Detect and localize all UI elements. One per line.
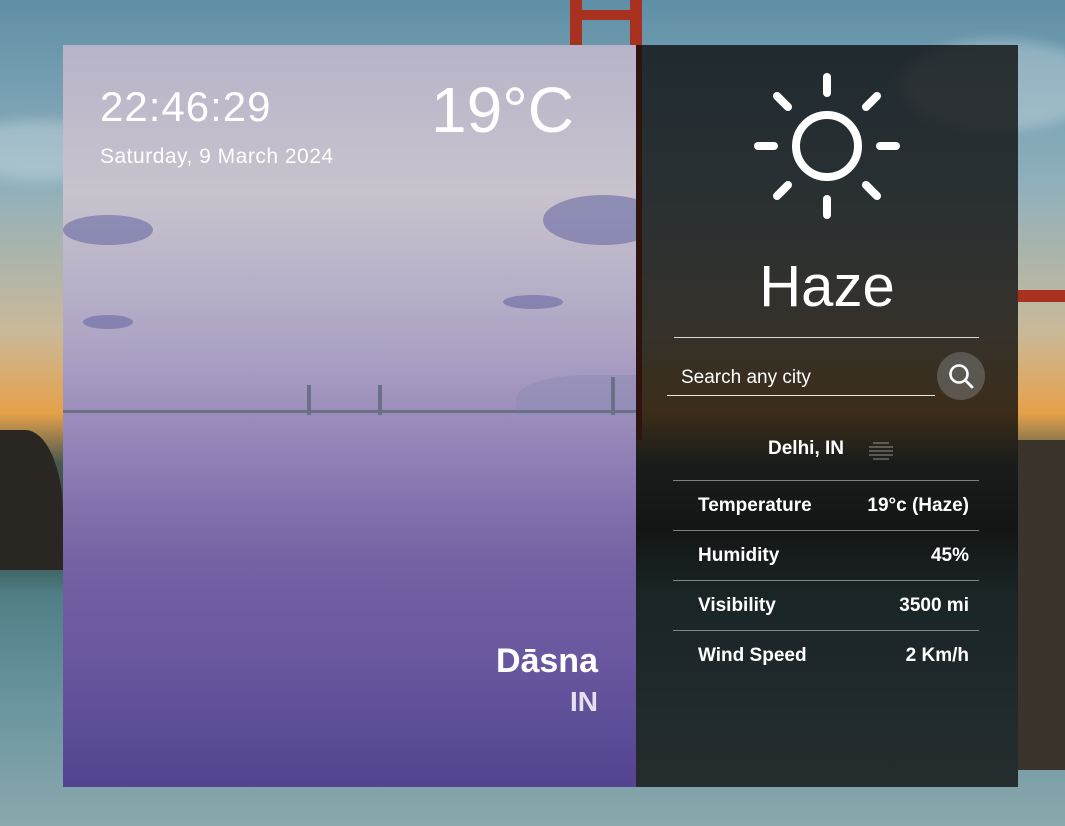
- detail-row-visibility: Visibility 3500 mi: [673, 580, 979, 630]
- weather-condition: Haze: [759, 254, 895, 319]
- clock-date: Saturday, 9 March 2024: [100, 145, 334, 168]
- detail-label: Humidity: [698, 544, 780, 566]
- detail-label: Wind Speed: [698, 644, 807, 666]
- detail-label: Visibility: [698, 594, 776, 616]
- bridge-silhouette: [63, 410, 636, 413]
- sun-icon: [754, 73, 900, 219]
- search-input[interactable]: [667, 360, 935, 396]
- left-panel: 22:46:29 Saturday, 9 March 2024 19°C Dās…: [63, 45, 636, 787]
- detail-value: 2 Km/h: [905, 644, 969, 666]
- detail-value: 19°c (Haze): [867, 494, 969, 516]
- distant-hill: [516, 375, 636, 415]
- weather-panel: Haze Delhi, IN Temperature 19°c (Haze) H…: [636, 45, 1018, 787]
- haze-icon: [869, 442, 893, 460]
- detail-value: 3500 mi: [899, 594, 969, 616]
- search-icon: [949, 364, 974, 389]
- current-temperature: 19°C: [431, 74, 574, 146]
- current-city: Dāsna: [495, 642, 598, 680]
- detail-row-wind-speed: Wind Speed 2 Km/h: [673, 630, 979, 680]
- location-label: Delhi, IN: [768, 438, 845, 459]
- detail-row-humidity: Humidity 45%: [673, 530, 979, 580]
- current-country: IN: [570, 686, 598, 717]
- detail-label: Temperature: [698, 494, 812, 516]
- clock-time: 22:46:29: [100, 83, 272, 130]
- weather-details-table: Temperature 19°c (Haze) Humidity 45% Vis…: [673, 480, 979, 680]
- detail-row-temperature: Temperature 19°c (Haze): [673, 480, 979, 530]
- search-button[interactable]: [937, 352, 985, 400]
- detail-value: 45%: [930, 544, 969, 566]
- divider: [674, 337, 979, 338]
